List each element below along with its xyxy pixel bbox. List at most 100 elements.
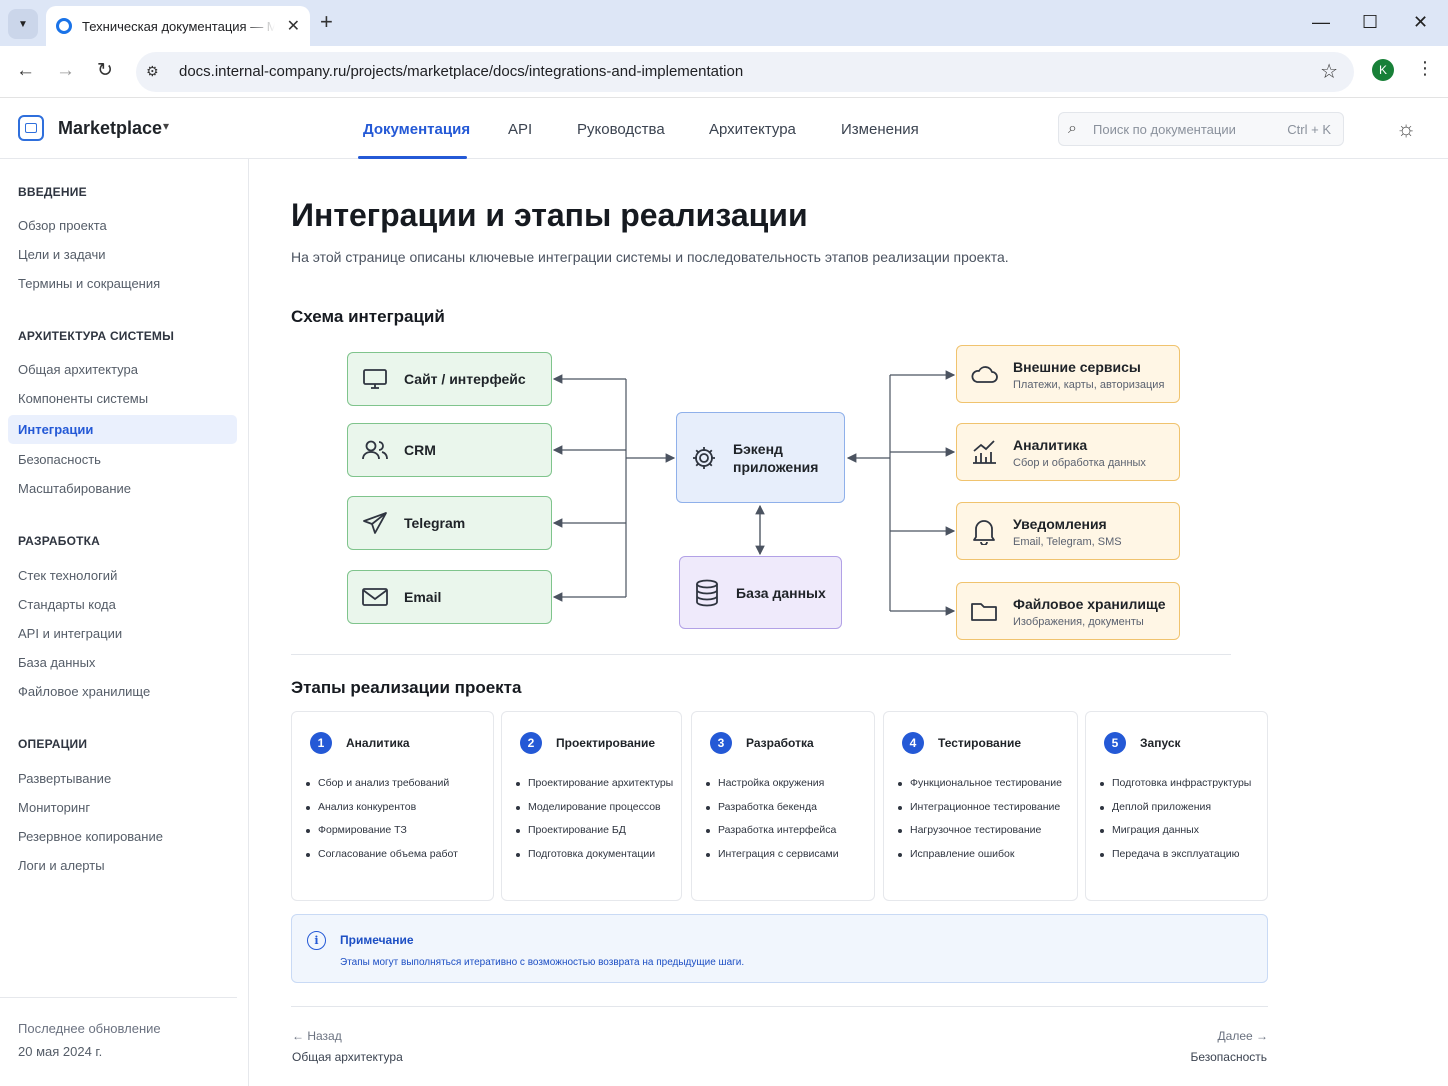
- prev-label[interactable]: ← Назад: [292, 1029, 342, 1043]
- search-input[interactable]: Поиск по документации: [1093, 122, 1236, 137]
- note-callout: i Примечание Этапы могут выполняться ите…: [291, 914, 1268, 983]
- sidebar-item-goals[interactable]: Цели и задачи: [18, 247, 106, 262]
- stage-task: Разработка бекенда: [706, 801, 839, 825]
- node-analytics: Аналитика Сбор и обработка данных: [956, 423, 1180, 481]
- stage-task: Интеграционное тестирование: [898, 801, 1062, 825]
- sidebar-item-stack[interactable]: Стек технологий: [18, 568, 117, 583]
- stage-title: Запуск: [1140, 736, 1181, 750]
- sidebar-section-title: ОПЕРАЦИИ: [18, 737, 88, 751]
- sidebar-item-general-architecture[interactable]: Общая архитектура: [18, 362, 138, 377]
- tab-search-button[interactable]: ▼: [8, 9, 38, 39]
- profile-avatar[interactable]: K: [1372, 59, 1394, 81]
- stage-task: Деплой приложения: [1100, 801, 1251, 825]
- stage-task: Исправление ошибок: [898, 848, 1062, 872]
- close-window-button[interactable]: ✕: [1413, 10, 1428, 34]
- sidebar-item-terms[interactable]: Термины и сокращения: [18, 276, 160, 291]
- prev-page-link[interactable]: Общая архитектура: [292, 1050, 403, 1064]
- folder-icon: [969, 596, 999, 626]
- next-page-link[interactable]: Безопасность: [1190, 1050, 1267, 1064]
- maximize-button[interactable]: ☐: [1362, 10, 1378, 34]
- tab-close-icon[interactable]: ✕: [287, 16, 300, 36]
- stage-task: Нагрузочное тестирование: [898, 824, 1062, 848]
- app-header: Marketplace ▾ Документация API Руководст…: [0, 99, 1448, 159]
- sidebar-item-components[interactable]: Компоненты системы: [18, 391, 148, 406]
- chevron-down-icon[interactable]: ▾: [163, 119, 169, 133]
- browser-toolbar: ← → ↻ ⚙ docs.internal-company.ru/project…: [0, 46, 1448, 98]
- backend-label: приложения: [733, 458, 819, 475]
- reload-button[interactable]: ↻: [97, 59, 113, 83]
- stage-task: Сбор и анализ требований: [306, 777, 458, 801]
- sidebar: ВВЕДЕНИЕ Обзор проекта Цели и задачи Тер…: [0, 159, 249, 1086]
- stage-number: 3: [710, 732, 732, 754]
- stage-task: Проектирование архитектуры: [516, 777, 673, 801]
- app-logo-icon[interactable]: [18, 115, 44, 141]
- sidebar-item-integrations[interactable]: Интеграции: [18, 422, 93, 437]
- site-settings-icon[interactable]: ⚙: [146, 63, 159, 80]
- stage-card: 3 Разработка Настройка окружения Разрабо…: [691, 711, 875, 901]
- browser-tabstrip: ▼ Техническая документация — Marketplace…: [0, 0, 1448, 46]
- theme-toggle-icon[interactable]: ☼: [1396, 116, 1416, 142]
- tab-title: Техническая документация — Marketplace: [82, 18, 275, 34]
- stage-card: 2 Проектирование Проектирование архитект…: [501, 711, 682, 901]
- stages-heading: Этапы реализации проекта: [291, 678, 522, 697]
- sidebar-item-logs[interactable]: Логи и алерты: [18, 858, 105, 873]
- stage-title: Разработка: [746, 736, 814, 750]
- node-crm: CRM: [347, 423, 552, 477]
- sidebar-item-code-standards[interactable]: Стандарты кода: [18, 597, 116, 612]
- node-backend: Бэкенд приложения: [676, 412, 845, 503]
- back-button[interactable]: ←: [16, 59, 35, 83]
- sidebar-item-deploy[interactable]: Развертывание: [18, 771, 111, 786]
- address-bar[interactable]: ⚙ docs.internal-company.ru/projects/mark…: [136, 52, 1354, 92]
- new-tab-button[interactable]: +: [320, 10, 333, 34]
- diagram-heading: Схема интеграций: [291, 307, 445, 326]
- active-tab-indicator: [358, 156, 467, 159]
- sidebar-item-security[interactable]: Безопасность: [18, 452, 101, 467]
- stage-task: Подготовка инфраструктуры: [1100, 777, 1251, 801]
- stage-task: Подготовка документации: [516, 848, 673, 872]
- tab-architecture[interactable]: Архитектура: [709, 121, 796, 138]
- sidebar-section-title: РАЗРАБОТКА: [18, 534, 101, 548]
- node-email: Email: [347, 570, 552, 624]
- next-label[interactable]: Далее →: [1218, 1029, 1268, 1043]
- project-name[interactable]: Marketplace: [58, 118, 162, 139]
- url-text[interactable]: docs.internal-company.ru/projects/market…: [179, 63, 743, 80]
- page-title: Интеграции и этапы реализации: [291, 197, 808, 233]
- stage-task: Разработка интерфейса: [706, 824, 839, 848]
- stage-number: 1: [310, 732, 332, 754]
- sidebar-item-monitoring[interactable]: Мониторинг: [18, 800, 90, 815]
- sidebar-divider: [0, 997, 237, 998]
- stage-card: 1 Аналитика Сбор и анализ требований Ана…: [291, 711, 494, 901]
- sidebar-item-backup[interactable]: Резервное копирование: [18, 829, 163, 844]
- stage-task: Интеграция с сервисами: [706, 848, 839, 872]
- tab-changelog[interactable]: Изменения: [841, 121, 919, 138]
- last-updated-date: 20 мая 2024 г.: [18, 1044, 103, 1059]
- sidebar-item-overview[interactable]: Обзор проекта: [18, 218, 107, 233]
- browser-menu-icon[interactable]: ⋮: [1416, 58, 1434, 79]
- tab-api[interactable]: API: [508, 121, 532, 138]
- stage-task: Моделирование процессов: [516, 801, 673, 825]
- forward-button[interactable]: →: [56, 59, 75, 83]
- backend-label: Бэкенд: [733, 440, 783, 457]
- integration-diagram: Сайт / интерфейс CRM Telegram Email Бэке…: [340, 340, 1190, 640]
- bookmark-star-icon[interactable]: ☆: [1320, 59, 1338, 84]
- stage-title: Аналитика: [346, 736, 410, 750]
- stage-task: Настройка окружения: [706, 777, 839, 801]
- page-lead: На этой странице описаны ключевые интегр…: [291, 249, 1009, 265]
- browser-tab[interactable]: Техническая документация — Marketplace ✕: [46, 6, 310, 46]
- sidebar-item-database[interactable]: База данных: [18, 655, 95, 670]
- tab-guides[interactable]: Руководства: [577, 121, 665, 138]
- section-divider: [291, 654, 1231, 655]
- stage-number: 4: [902, 732, 924, 754]
- tab-documentation[interactable]: Документация: [363, 121, 470, 138]
- sidebar-item-file-storage[interactable]: Файловое хранилище: [18, 684, 150, 699]
- sidebar-item-scaling[interactable]: Масштабирование: [18, 481, 131, 496]
- sidebar-item-api[interactable]: API и интеграции: [18, 626, 122, 641]
- last-updated-label: Последнее обновление: [18, 1021, 161, 1036]
- search-shortcut: Ctrl + K: [1287, 122, 1331, 137]
- pager-divider: [291, 1006, 1268, 1007]
- database-icon: [692, 578, 722, 608]
- stage-number: 5: [1104, 732, 1126, 754]
- minimize-button[interactable]: —: [1312, 10, 1330, 34]
- search-box[interactable]: ⌕ Поиск по документации Ctrl + K: [1058, 112, 1344, 146]
- node-telegram: Telegram: [347, 496, 552, 550]
